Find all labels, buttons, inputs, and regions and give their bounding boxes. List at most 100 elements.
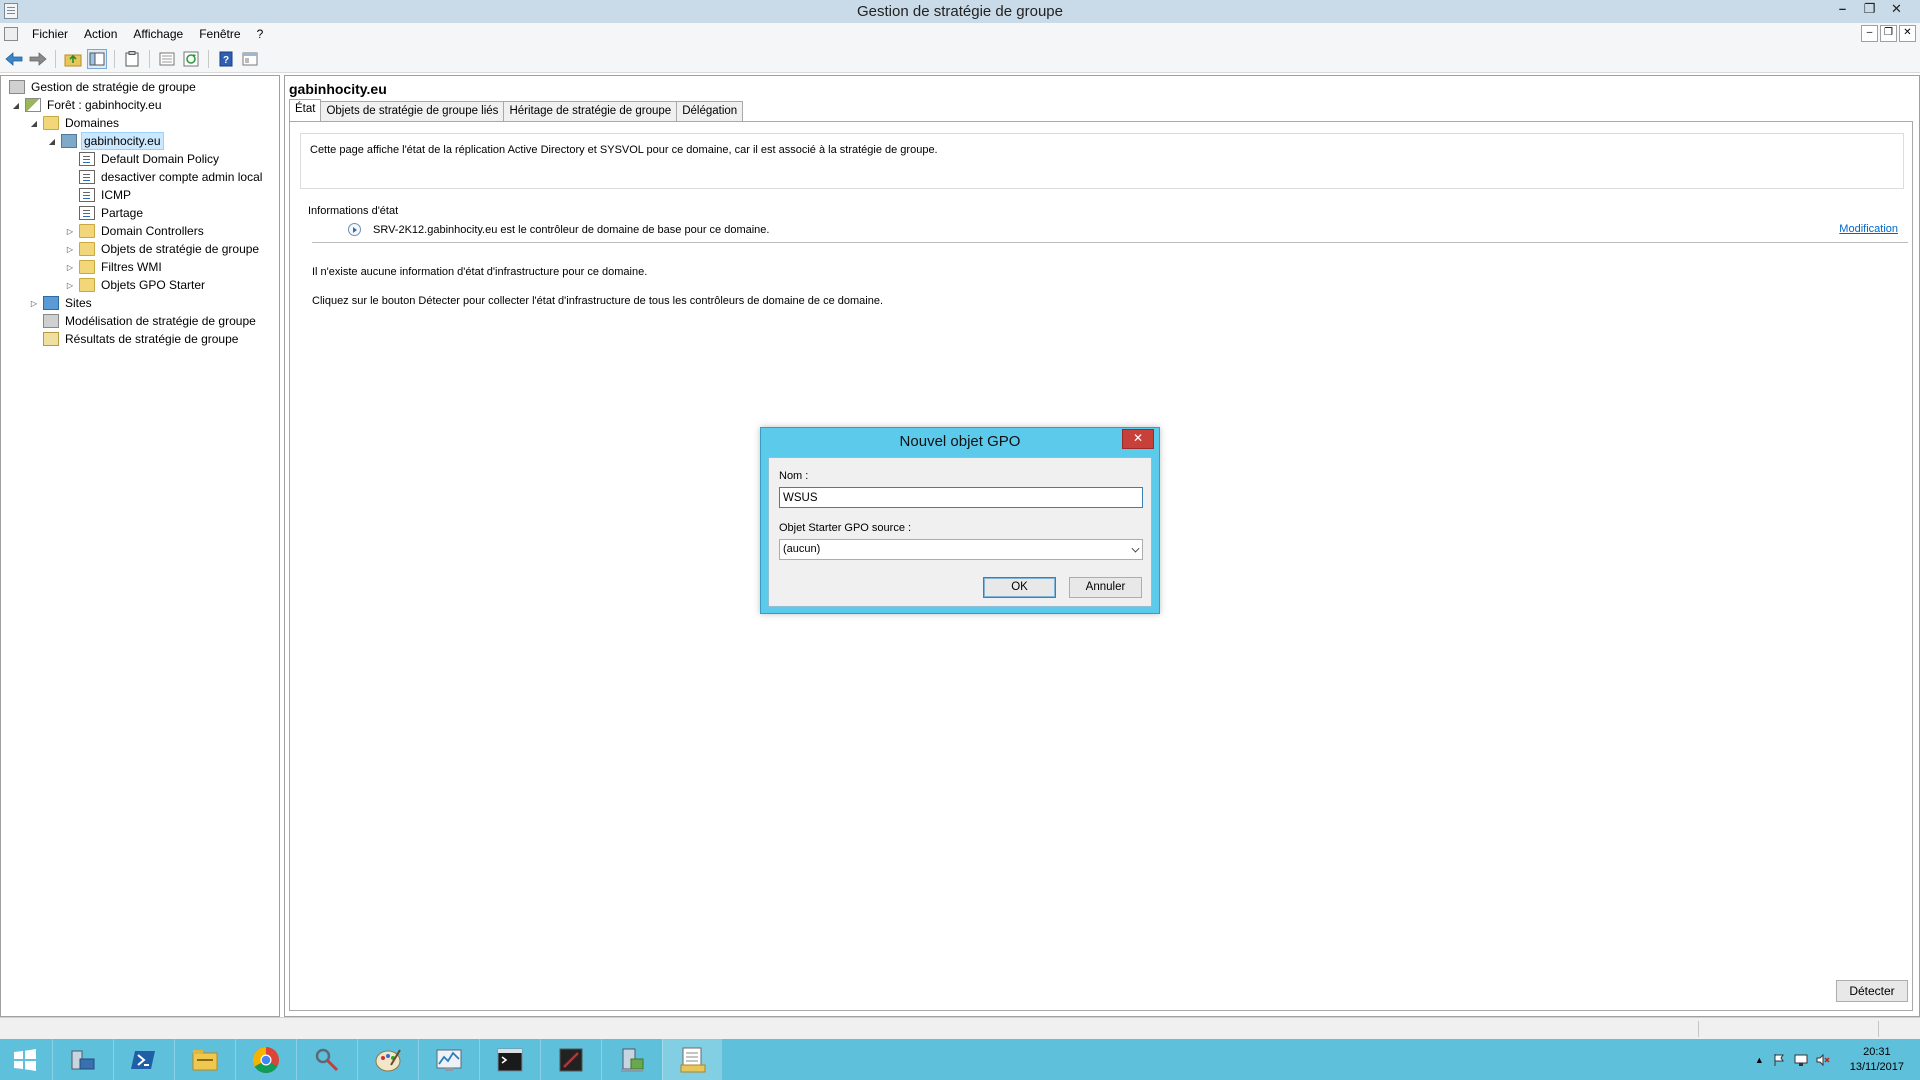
child-minimize-button[interactable]: – (1861, 25, 1878, 42)
expand-arrow-icon[interactable]: ▷ (29, 299, 39, 308)
dns-manager-icon (620, 1048, 643, 1072)
taskbar-server-manager[interactable] (52, 1039, 112, 1080)
collapse-arrow-icon[interactable]: ◢ (29, 119, 39, 128)
status-section-label: Informations d'état (308, 205, 399, 217)
file-explorer-icon (192, 1049, 217, 1070)
starter-gpo-label: Objet Starter GPO source : (779, 522, 912, 534)
close-button[interactable]: ✕ (1883, 0, 1910, 20)
tab-linked-gpos[interactable]: Objets de stratégie de groupe liés (320, 101, 505, 121)
up-button[interactable] (63, 49, 83, 69)
tree-item-wmi-filters[interactable]: ▷ Filtres WMI (65, 258, 164, 276)
network-icon[interactable] (1794, 1053, 1808, 1067)
taskbar-terminal[interactable] (540, 1039, 600, 1080)
tree-item-gpo-objects[interactable]: ▷ Objets de stratégie de groupe (65, 240, 261, 258)
tree-item-results[interactable]: Résultats de stratégie de groupe (39, 330, 240, 348)
gpo-name-input[interactable] (779, 487, 1143, 508)
tree-item-gpo-link[interactable]: Default Domain Policy (75, 150, 221, 168)
tree-item-label: ICMP (101, 188, 131, 202)
tab-delegation[interactable]: Délégation (676, 101, 744, 121)
clipboard-icon (125, 50, 139, 66)
terminal-icon (559, 1048, 582, 1071)
console-tree: Gestion de stratégie de groupe ◢ Forêt :… (0, 75, 280, 1017)
divider (312, 242, 1908, 243)
gpo-link-icon (79, 170, 95, 184)
properties-button[interactable] (157, 49, 177, 69)
expand-arrow-icon[interactable]: ▷ (65, 245, 75, 254)
child-close-button[interactable]: ✕ (1899, 25, 1916, 42)
folder-icon (79, 278, 95, 292)
tree-item-root[interactable]: Gestion de stratégie de groupe (5, 78, 198, 96)
menu-affichage[interactable]: Affichage (125, 27, 191, 41)
menu-action[interactable]: Action (76, 27, 125, 41)
menu-fichier[interactable]: Fichier (24, 27, 76, 41)
start-button[interactable] (0, 1039, 50, 1080)
show-hide-tree-button[interactable] (87, 48, 107, 69)
tree-item-domain[interactable]: ◢ gabinhocity.eu (47, 132, 164, 150)
modify-link[interactable]: Modification (1839, 223, 1898, 235)
window-controls: – ❐ ✕ (1829, 0, 1910, 20)
clock[interactable]: 20:31 13/11/2017 (1850, 1045, 1904, 1075)
tree-item-gpo-link[interactable]: desactiver compte admin local (75, 168, 264, 186)
tree-item-label: desactiver compte admin local (101, 170, 263, 184)
taskbar-cmd[interactable] (479, 1039, 539, 1080)
taskbar-group-policy[interactable] (662, 1039, 722, 1080)
detect-button[interactable]: Détecter (1836, 980, 1908, 1002)
forward-button[interactable] (28, 49, 48, 69)
taskbar-powershell[interactable] (113, 1039, 173, 1080)
taskbar-tools[interactable] (296, 1039, 356, 1080)
volume-muted-icon[interactable] (1816, 1053, 1830, 1067)
tab-inheritance[interactable]: Héritage de stratégie de groupe (503, 101, 678, 121)
taskbar-dns-manager[interactable] (601, 1039, 661, 1080)
clipboard-button[interactable] (122, 49, 142, 69)
restore-button[interactable]: ❐ (1856, 0, 1883, 20)
expand-arrow-icon[interactable]: ▷ (65, 263, 75, 272)
collapse-arrow-icon[interactable]: ◢ (47, 137, 57, 146)
forward-arrow-icon (29, 51, 47, 66)
taskbar-file-explorer[interactable] (174, 1039, 234, 1080)
taskbar-performance-monitor[interactable] (418, 1039, 478, 1080)
tree-item-forest[interactable]: ◢ Forêt : gabinhocity.eu (11, 96, 164, 114)
new-gpo-dialog: Nouvel objet GPO ✕ Nom : Objet Starter G… (760, 427, 1160, 614)
expand-arrow-icon[interactable]: ▷ (65, 281, 75, 290)
powershell-icon (130, 1050, 155, 1069)
tree-item-label: Domaines (65, 116, 120, 130)
sites-icon (43, 296, 59, 310)
tree-item-domains[interactable]: ◢ Domaines (29, 114, 121, 132)
tree-item-starter-gpo[interactable]: ▷ Objets GPO Starter (65, 276, 207, 294)
back-button[interactable] (4, 49, 24, 69)
child-restore-button[interactable]: ❐ (1880, 25, 1897, 42)
action-center-flag-icon[interactable] (1772, 1053, 1786, 1067)
no-info-text: Il n'existe aucune information d'état d'… (312, 266, 648, 278)
toolbar-separator (149, 49, 150, 68)
expand-circle-icon[interactable] (348, 223, 361, 236)
tree-item-gpo-link[interactable]: Partage (75, 204, 145, 222)
minimize-button[interactable]: – (1829, 0, 1856, 20)
server-manager-icon (71, 1050, 94, 1069)
tree-item-domain-controllers[interactable]: ▷ Domain Controllers (65, 222, 206, 240)
tree-item-sites[interactable]: ▷ Sites (29, 294, 94, 312)
system-menu-icon[interactable] (4, 27, 18, 41)
tab-etat[interactable]: État (289, 99, 322, 121)
folder-icon (79, 242, 95, 256)
windows-logo-icon (14, 1048, 36, 1071)
tree-item-modeling[interactable]: Modélisation de stratégie de groupe (39, 312, 258, 330)
dialog-close-button[interactable]: ✕ (1122, 429, 1154, 449)
tree-item-gpo-link[interactable]: ICMP (75, 186, 133, 204)
ok-button[interactable]: OK (983, 577, 1056, 598)
refresh-button[interactable] (181, 49, 201, 69)
menu-help[interactable]: ? (249, 27, 272, 41)
help-button[interactable]: ? (216, 49, 236, 69)
cancel-button[interactable]: Annuler (1069, 577, 1142, 598)
group-policy-icon (680, 1047, 705, 1072)
taskbar-chrome[interactable] (235, 1039, 295, 1080)
refresh-icon (183, 51, 199, 66)
back-arrow-icon (5, 51, 23, 66)
collapse-arrow-icon[interactable]: ◢ (11, 101, 21, 110)
console-button[interactable] (240, 49, 260, 69)
menu-fenetre[interactable]: Fenêtre (191, 27, 248, 41)
status-divider (1878, 1021, 1879, 1037)
show-hidden-icons-icon[interactable]: ▲ (1755, 1055, 1764, 1065)
expand-arrow-icon[interactable]: ▷ (65, 227, 75, 236)
taskbar-paint[interactable] (357, 1039, 417, 1080)
starter-gpo-select[interactable]: (aucun) (779, 539, 1143, 560)
